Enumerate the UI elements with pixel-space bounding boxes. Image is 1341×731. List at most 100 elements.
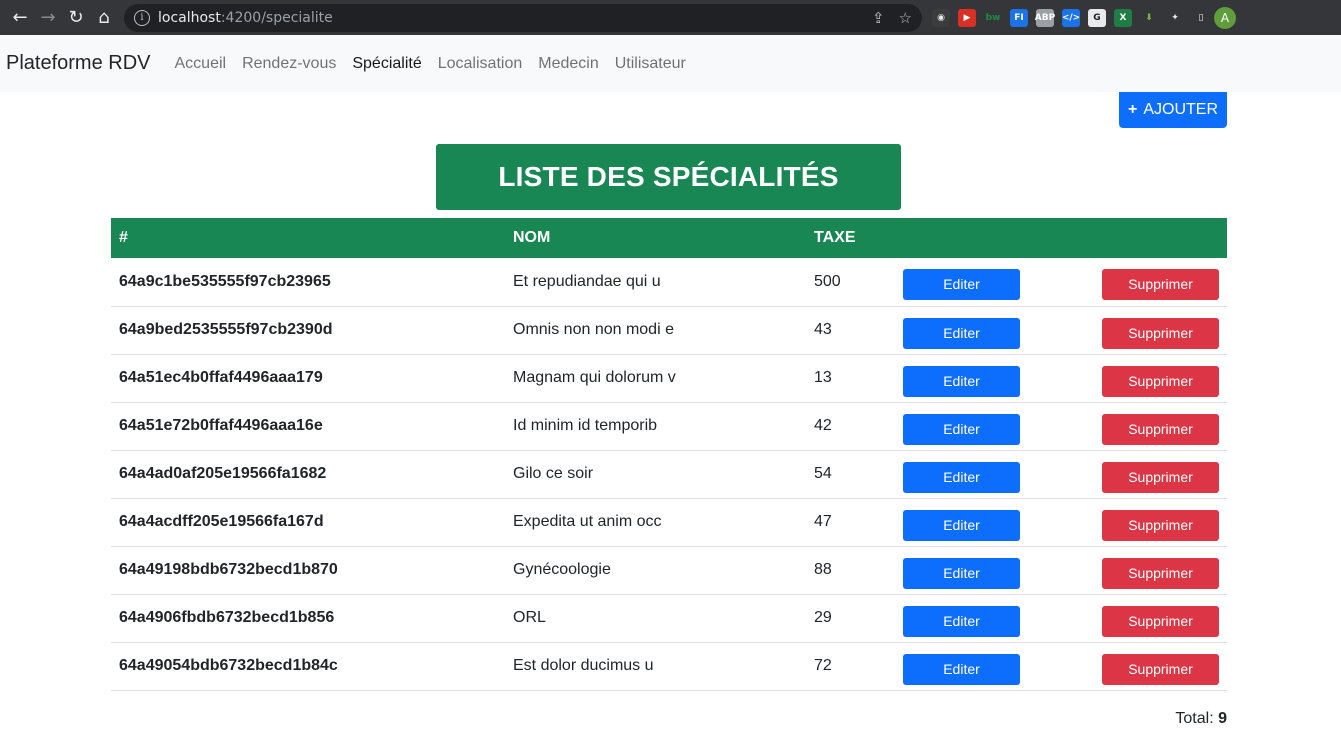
spy-icon[interactable]: ◉ xyxy=(932,8,950,27)
row-nom: Gynécoologie xyxy=(513,561,611,578)
edit-button[interactable]: Editer xyxy=(903,461,1020,493)
row-edit-cell: Editer xyxy=(895,450,1092,498)
row-id: 64a4ad0af205e19566fa1682 xyxy=(119,465,327,482)
table-row: 64a9bed2535555f97cb2390d Omnis non non mo… xyxy=(111,306,1227,354)
brand-logo[interactable]: Plateforme RDV xyxy=(6,52,151,75)
table-row: 64a49054bdb6732becd1b84c Est dolor ducimu… xyxy=(111,642,1227,690)
download-icon[interactable]: ⬇ xyxy=(1140,8,1158,27)
delete-button[interactable]: Supprimer xyxy=(1102,365,1219,397)
edit-button[interactable]: Editer xyxy=(903,509,1020,541)
row-nom: Id minim id temporib xyxy=(513,417,658,434)
delete-button[interactable]: Supprimer xyxy=(1102,269,1219,301)
main-content: + AJOUTER LISTE DES SPÉCIALITÉS # NOM TA… xyxy=(0,92,1341,731)
column-header-nom: NOM xyxy=(513,229,551,246)
row-id: 64a9c1be535555f97cb23965 xyxy=(119,272,331,290)
row-nom: Magnam qui dolorum v xyxy=(513,369,676,386)
row-id: 64a9bed2535555f97cb2390d xyxy=(119,321,333,338)
column-header-delete xyxy=(1092,218,1227,258)
url-path: :4200/specialite xyxy=(220,9,333,26)
nav-link-localisation[interactable]: Localisation xyxy=(430,55,531,73)
nav-link-specialite[interactable]: Spécialité xyxy=(344,55,429,73)
address-bar[interactable]: i localhost:4200/specialite ⇪ ☆ xyxy=(124,3,922,32)
share-icon[interactable]: ⇪ xyxy=(872,9,885,27)
row-delete-cell: Supprimer xyxy=(1092,258,1227,306)
row-edit-cell: Editer xyxy=(895,642,1092,690)
row-id: 64a49054bdb6732becd1b84c xyxy=(119,657,338,674)
row-taxe: 72 xyxy=(814,657,832,674)
total-value: 9 xyxy=(1218,710,1227,727)
row-taxe: 13 xyxy=(814,369,832,386)
edit-button[interactable]: Editer xyxy=(903,557,1020,589)
delete-button[interactable]: Supprimer xyxy=(1102,317,1219,349)
delete-button[interactable]: Supprimer xyxy=(1102,413,1219,445)
add-button-label: AJOUTER xyxy=(1143,101,1218,118)
row-delete-cell: Supprimer xyxy=(1092,546,1227,594)
table-row: 64a4906fbdb6732becd1b856 ORL 29 Editer Suppr… xyxy=(111,594,1227,642)
edit-button[interactable]: Editer xyxy=(903,653,1020,685)
row-nom: Gilo ce soir xyxy=(513,465,594,482)
row-delete-cell: Supprimer xyxy=(1092,594,1227,642)
puzzle-icon[interactable]: ✦ xyxy=(1166,8,1184,27)
edit-button[interactable]: Editer xyxy=(903,413,1020,445)
fi-icon[interactable]: FI xyxy=(1010,8,1028,27)
row-delete-cell: Supprimer xyxy=(1092,354,1227,402)
nav-link-rendez-vous[interactable]: Rendez-vous xyxy=(234,55,344,73)
table-row: 64a51e72b0ffaf4496aaa16e Id minim id temp… xyxy=(111,402,1227,450)
row-delete-cell: Supprimer xyxy=(1092,450,1227,498)
delete-button[interactable]: Supprimer xyxy=(1102,653,1219,685)
delete-button[interactable]: Supprimer xyxy=(1102,509,1219,541)
row-edit-cell: Editer xyxy=(895,594,1092,642)
row-id: 64a4906fbdb6732becd1b856 xyxy=(119,609,335,626)
browser-toolbar: ← → ↻ ⌂ i localhost:4200/specialite ⇪ ☆ … xyxy=(0,0,1341,35)
row-edit-cell: Editer xyxy=(895,306,1092,354)
row-nom: Omnis non non modi e xyxy=(513,321,674,338)
row-taxe: 54 xyxy=(814,465,832,482)
row-edit-cell: Editer xyxy=(895,546,1092,594)
profile-avatar[interactable]: A xyxy=(1214,6,1236,29)
delete-button[interactable]: Supprimer xyxy=(1102,605,1219,637)
edit-button[interactable]: Editer xyxy=(903,269,1020,301)
add-specialite-button[interactable]: + AJOUTER xyxy=(1119,92,1227,128)
back-icon[interactable]: ← xyxy=(6,4,34,32)
media-icon[interactable]: ▶ xyxy=(958,8,976,27)
nav-link-medecin[interactable]: Medecin xyxy=(530,55,606,73)
g-icon[interactable]: G xyxy=(1088,8,1106,27)
edit-button[interactable]: Editer xyxy=(903,605,1020,637)
delete-button[interactable]: Supprimer xyxy=(1102,461,1219,493)
row-taxe: 47 xyxy=(814,513,832,530)
code-icon[interactable]: </> xyxy=(1062,8,1080,27)
excel-icon[interactable]: X xyxy=(1114,8,1132,27)
home-icon[interactable]: ⌂ xyxy=(90,4,118,32)
column-header-taxe: TAXE xyxy=(814,229,856,246)
bookmark-star-icon[interactable]: ☆ xyxy=(899,9,912,27)
specialites-table: # NOM TAXE 64a9c1be535555f97cb23965 Et re… xyxy=(111,218,1227,691)
total-label: Total: xyxy=(1175,710,1214,727)
row-taxe: 43 xyxy=(814,321,832,338)
delete-button[interactable]: Supprimer xyxy=(1102,557,1219,589)
nav-link-accueil[interactable]: Accueil xyxy=(167,55,235,73)
sidepanel-icon[interactable]: ▯ xyxy=(1192,8,1210,27)
row-delete-cell: Supprimer xyxy=(1092,498,1227,546)
table-row: 64a4ad0af205e19566fa1682 Gilo ce soir 54 Ed… xyxy=(111,450,1227,498)
bw-icon[interactable]: bw xyxy=(984,8,1002,27)
row-id: 64a49198bdb6732becd1b870 xyxy=(119,561,338,578)
edit-button[interactable]: Editer xyxy=(903,365,1020,397)
total-count: Total: 9 xyxy=(1175,710,1227,728)
nav-link-utilisateur[interactable]: Utilisateur xyxy=(607,55,694,73)
reload-icon[interactable]: ↻ xyxy=(62,4,90,32)
edit-button[interactable]: Editer xyxy=(903,317,1020,349)
app-navbar: Plateforme RDV Accueil Rendez-vous Spéci… xyxy=(0,35,1341,92)
page-title: LISTE DES SPÉCIALITÉS xyxy=(436,144,901,210)
row-edit-cell: Editer xyxy=(895,498,1092,546)
row-taxe: 88 xyxy=(814,561,832,578)
abp-icon[interactable]: ABP xyxy=(1035,8,1055,27)
row-taxe: 29 xyxy=(814,609,832,626)
column-header-edit xyxy=(895,218,1092,258)
column-header-id: # xyxy=(119,229,128,246)
row-delete-cell: Supprimer xyxy=(1092,306,1227,354)
row-id: 64a51e72b0ffaf4496aaa16e xyxy=(119,417,323,434)
plus-icon: + xyxy=(1127,101,1138,118)
site-info-icon[interactable]: i xyxy=(134,9,150,26)
forward-icon[interactable]: → xyxy=(34,4,62,32)
table-header-row: # NOM TAXE xyxy=(111,218,1227,258)
